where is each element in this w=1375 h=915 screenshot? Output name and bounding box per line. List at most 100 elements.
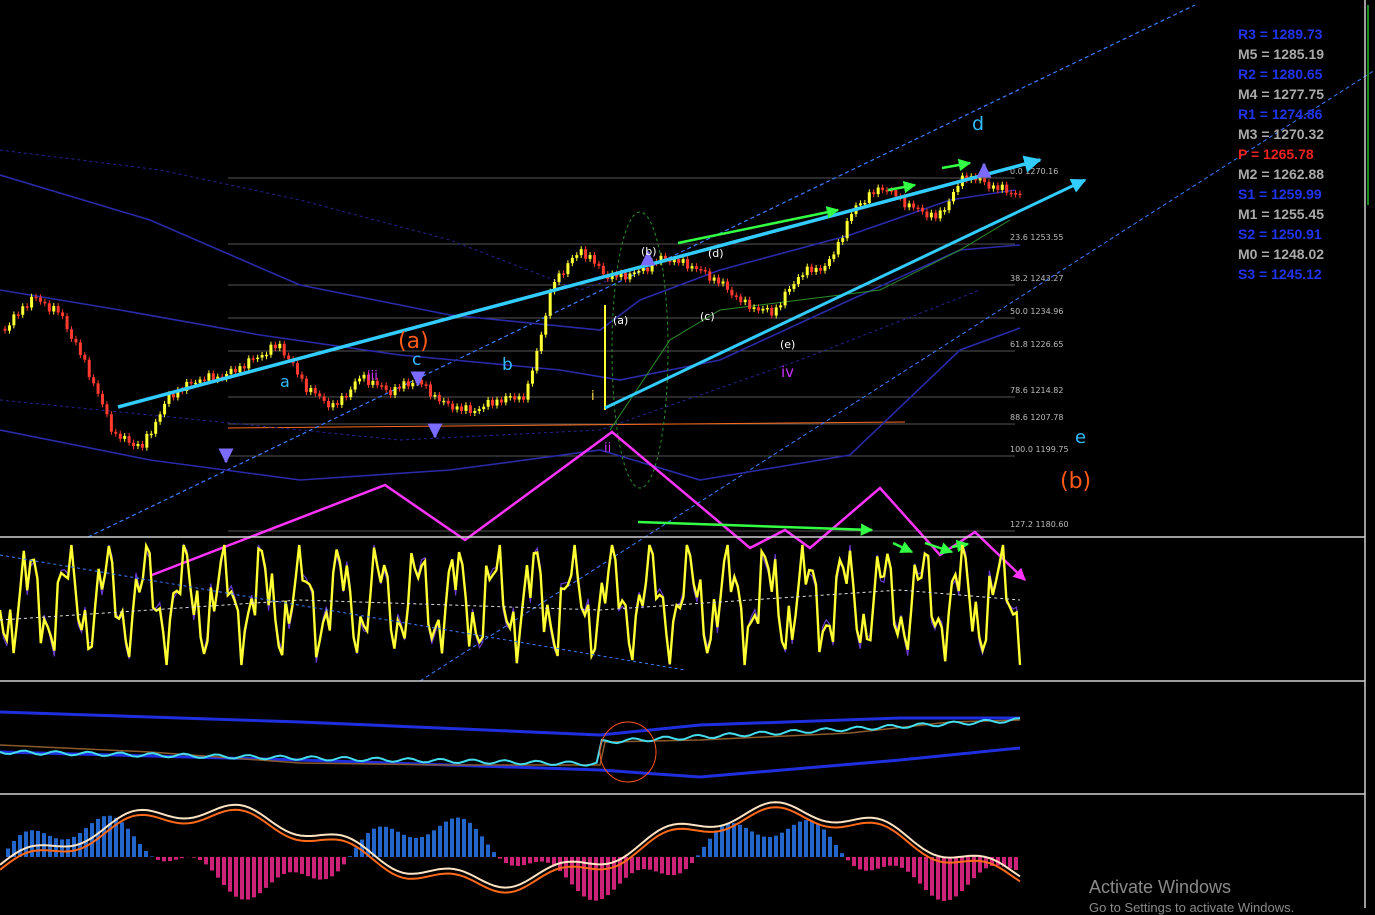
candle-body-109 — [487, 400, 490, 407]
candle-body-7 — [35, 297, 38, 299]
histogram-bar-47 — [282, 857, 286, 874]
candle-body-193 — [859, 203, 862, 205]
candle-body-121 — [540, 335, 543, 351]
candle-body-181 — [806, 267, 809, 276]
candle-body-167 — [744, 300, 747, 303]
candle-body-114 — [509, 396, 512, 398]
histogram-bar-21 — [126, 829, 130, 857]
histogram-bar-110 — [660, 857, 664, 873]
histogram-bar-87 — [522, 857, 526, 865]
histogram-bar-44 — [264, 857, 268, 888]
candle-body-80 — [358, 379, 361, 382]
histogram-bar-34 — [204, 857, 208, 864]
histogram-bar-39 — [234, 857, 238, 897]
candle-body-89 — [398, 387, 401, 389]
candle-body-112 — [500, 400, 503, 403]
candle-body-67 — [300, 374, 303, 378]
candle-body-21 — [97, 383, 100, 394]
histogram-bar-79 — [474, 829, 478, 857]
wave-label-9: iii — [367, 369, 378, 384]
candle-body-211 — [939, 210, 942, 218]
histogram-bar-71 — [426, 834, 430, 857]
histogram-bar-32 — [192, 857, 196, 858]
fib-label-8: 127.2 1180.60 — [1010, 520, 1069, 529]
histogram-bar-138 — [828, 837, 832, 857]
histogram-bar-56 — [336, 857, 340, 871]
candle-body-228 — [1014, 193, 1017, 195]
candle-body-176 — [784, 292, 787, 306]
candle-body-12 — [57, 306, 60, 312]
histogram-bar-113 — [678, 857, 682, 873]
histogram-bar-145 — [870, 857, 874, 870]
candle-body-63 — [283, 344, 286, 356]
histogram-bar-9 — [54, 838, 58, 857]
histogram-bar-91 — [546, 857, 550, 863]
histogram-bar-132 — [792, 825, 796, 857]
candle-body-185 — [823, 266, 826, 271]
candle-body-105 — [469, 405, 472, 413]
candle-body-111 — [495, 400, 498, 406]
candle-body-207 — [921, 208, 924, 212]
fib-label-0: 0.0 1270.16 — [1010, 167, 1058, 176]
candle-body-127 — [566, 263, 569, 274]
candle-body-165 — [735, 295, 738, 297]
candle-body-70 — [314, 388, 317, 393]
candle-body-60 — [269, 345, 272, 355]
candle-body-204 — [908, 203, 911, 207]
candle-body-182 — [810, 267, 813, 272]
candle-body-56 — [252, 358, 255, 360]
candle-body-78 — [349, 390, 352, 398]
candle-body-170 — [757, 307, 760, 310]
histogram-bar-111 — [666, 857, 670, 875]
histogram-bar-86 — [516, 857, 520, 866]
fib-label-2: 38.2 1243.27 — [1010, 274, 1063, 283]
histogram-bar-50 — [300, 857, 304, 874]
pivot-level-9: M1 = 1255.45 — [1238, 206, 1324, 222]
candle-body-122 — [544, 316, 547, 335]
histogram-bar-149 — [894, 857, 898, 866]
pivot-level-5: M3 = 1270.32 — [1238, 126, 1324, 142]
candle-body-198 — [881, 188, 884, 191]
histogram-bar-30 — [180, 857, 184, 858]
histogram-bar-135 — [810, 821, 814, 857]
histogram-bar-75 — [450, 819, 454, 857]
histogram-bar-128 — [768, 837, 772, 857]
histogram-bar-146 — [876, 857, 880, 869]
candle-body-68 — [305, 379, 308, 392]
histogram-bar-133 — [798, 822, 802, 857]
candle-body-169 — [753, 307, 756, 309]
histogram-bar-43 — [258, 857, 262, 893]
chart-canvas: 0.0 1270.1623.6 1253.5538.2 1243.2750.0 … — [0, 0, 1375, 908]
candle-body-42 — [190, 382, 193, 384]
histogram-bar-69 — [414, 838, 418, 857]
histogram-bar-77 — [462, 819, 466, 857]
histogram-bar-83 — [498, 857, 502, 859]
candle-body-28 — [128, 436, 131, 443]
candle-body-45 — [203, 380, 206, 382]
histogram-bar-28 — [168, 857, 172, 861]
candle-body-14 — [66, 316, 69, 329]
wave-label-11: (b) — [641, 245, 657, 258]
candle-body-118 — [527, 384, 530, 400]
candle-body-143 — [637, 271, 640, 273]
histogram-bar-148 — [888, 857, 892, 866]
pivot-level-10: S2 = 1250.91 — [1238, 226, 1322, 242]
pivot-level-1: M5 = 1285.19 — [1238, 46, 1324, 62]
candle-body-206 — [917, 208, 920, 210]
histogram-bar-127 — [762, 837, 766, 857]
candle-body-33 — [150, 434, 153, 436]
candle-body-103 — [460, 406, 463, 411]
histogram-bar-37 — [222, 857, 226, 885]
candle-body-16 — [74, 339, 77, 342]
candle-body-220 — [979, 178, 982, 180]
wave-label-1: (b) — [1060, 469, 1091, 494]
wave-label-14: (a) — [613, 314, 628, 327]
histogram-bar-26 — [156, 857, 160, 860]
wave-label-12: (d) — [708, 247, 724, 260]
candle-body-51 — [230, 369, 233, 374]
histogram-bar-143 — [858, 857, 862, 869]
candle-body-201 — [894, 190, 897, 196]
candle-body-27 — [123, 436, 126, 439]
candle-body-129 — [575, 255, 578, 258]
candle-body-110 — [491, 400, 494, 406]
